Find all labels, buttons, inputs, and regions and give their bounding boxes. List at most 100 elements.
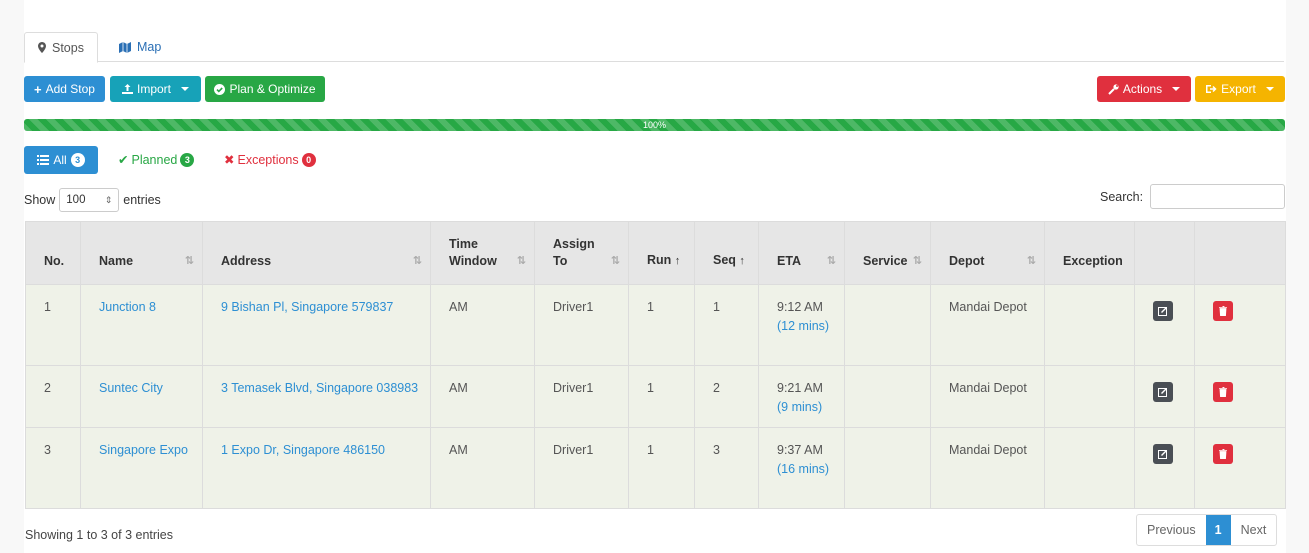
eta-duration: (9 mins) bbox=[777, 400, 823, 414]
actions-button[interactable]: Actions bbox=[1097, 76, 1191, 102]
cell-no: 1 bbox=[25, 284, 81, 366]
delete-button[interactable] bbox=[1213, 301, 1233, 321]
col-depot[interactable]: Depot ⇅ bbox=[930, 221, 1045, 285]
col-address[interactable]: Address ⇅ bbox=[202, 221, 431, 285]
address-link[interactable]: 9 Bishan Pl, Singapore 579837 bbox=[221, 300, 393, 314]
edit-button[interactable] bbox=[1153, 382, 1173, 402]
pagination-previous[interactable]: Previous bbox=[1137, 515, 1206, 545]
filter-exceptions-link[interactable]: ✖ Exceptions 0 bbox=[224, 152, 316, 167]
cell-eta: 9:37 AM (16 mins) bbox=[758, 427, 845, 509]
sort-icon: ⇅ bbox=[826, 255, 836, 267]
import-label: Import bbox=[136, 82, 171, 96]
tab-stops[interactable]: Stops bbox=[24, 32, 98, 63]
col-no: No. bbox=[25, 221, 81, 285]
col-name[interactable]: Name ⇅ bbox=[80, 221, 203, 285]
col-seq-label: Seq bbox=[713, 253, 736, 267]
map-icon bbox=[119, 41, 131, 53]
cell-run: 1 bbox=[628, 427, 695, 509]
cell-edit bbox=[1134, 365, 1195, 428]
col-exception-label: Exception bbox=[1063, 254, 1123, 268]
cell-depot: Mandai Depot bbox=[930, 365, 1045, 428]
col-run-label: Run bbox=[647, 253, 672, 267]
col-eta[interactable]: ETA ⇅ bbox=[758, 221, 845, 285]
col-run[interactable]: Run ↑ bbox=[628, 221, 695, 285]
delete-button[interactable] bbox=[1213, 382, 1233, 402]
cell-depot: Mandai Depot bbox=[930, 284, 1045, 366]
trash-icon bbox=[1219, 306, 1227, 316]
address-link[interactable]: 1 Expo Dr, Singapore 486150 bbox=[221, 443, 385, 457]
search-input[interactable] bbox=[1150, 184, 1285, 209]
sort-asc-icon: ↑ bbox=[739, 255, 745, 267]
stops-panel: Stops Map + Add Stop Import Plan & Optim… bbox=[24, 0, 1286, 553]
search-label: Search: bbox=[1100, 190, 1144, 204]
col-seq[interactable]: Seq ↑ bbox=[694, 221, 759, 285]
col-address-label: Address bbox=[221, 254, 272, 268]
table-row: 1 Junction 8 9 Bishan Pl, Singapore 5798… bbox=[25, 284, 1286, 366]
cell-depot: Mandai Depot bbox=[930, 427, 1045, 509]
cell-exception bbox=[1044, 365, 1135, 428]
stop-name-link[interactable]: Singapore Expo bbox=[99, 443, 188, 457]
col-edit bbox=[1134, 221, 1195, 285]
trash-icon bbox=[1219, 387, 1227, 397]
edit-button[interactable] bbox=[1153, 444, 1173, 464]
check-circle-icon bbox=[214, 83, 226, 95]
eta-time: 9:12 AM bbox=[777, 300, 823, 314]
cell-run: 1 bbox=[628, 284, 695, 366]
edit-button[interactable] bbox=[1153, 301, 1173, 321]
add-stop-label: Add Stop bbox=[45, 82, 95, 96]
times-icon: ✖ bbox=[224, 153, 235, 167]
cell-run: 1 bbox=[628, 365, 695, 428]
sign-out-icon bbox=[1206, 85, 1217, 93]
cell-exception bbox=[1044, 284, 1135, 366]
sort-asc-icon: ↑ bbox=[674, 255, 681, 267]
export-button[interactable]: Export bbox=[1195, 76, 1285, 102]
show-label: Show bbox=[24, 193, 56, 207]
col-time-window[interactable]: Time Window ⇅ bbox=[430, 221, 535, 285]
tab-stops-label: Stops bbox=[52, 40, 84, 55]
entries-select-value: 100 bbox=[66, 194, 86, 206]
cell-address: 1 Expo Dr, Singapore 486150 bbox=[202, 427, 431, 509]
pagination-page-1[interactable]: 1 bbox=[1205, 515, 1231, 545]
plan-optimize-button[interactable]: Plan & Optimize bbox=[205, 76, 325, 102]
cell-no: 2 bbox=[25, 365, 81, 428]
pagination-next[interactable]: Next bbox=[1231, 515, 1277, 545]
add-stop-button[interactable]: + Add Stop bbox=[24, 76, 105, 102]
cell-eta: 9:21 AM (9 mins) bbox=[758, 365, 845, 428]
col-service[interactable]: Service ⇅ bbox=[844, 221, 931, 285]
sort-icon: ⇅ bbox=[184, 255, 194, 267]
filter-planned-link[interactable]: ✔ Planned 3 bbox=[118, 152, 195, 167]
entries-select[interactable]: 100 ⇕ bbox=[59, 188, 120, 212]
actions-label: Actions bbox=[1122, 82, 1163, 96]
sort-icon: ⇅ bbox=[412, 255, 422, 267]
length-control: Show 100 ⇕ entries bbox=[24, 188, 161, 212]
col-assign-label-1: Assign bbox=[553, 237, 595, 251]
col-name-label: Name bbox=[99, 254, 134, 268]
cell-delete bbox=[1194, 284, 1286, 366]
delete-button[interactable] bbox=[1213, 444, 1233, 464]
filter-all-button[interactable]: All 3 bbox=[24, 146, 98, 174]
stop-name-link[interactable]: Suntec City bbox=[99, 381, 163, 395]
sort-updown-icon: ⇕ bbox=[104, 194, 113, 205]
chevron-down-icon bbox=[1265, 87, 1274, 91]
col-assign-to[interactable]: Assign To ⇅ bbox=[534, 221, 629, 285]
cell-seq: 1 bbox=[694, 284, 759, 366]
cell-delete bbox=[1194, 427, 1286, 509]
filter-all-label: All bbox=[53, 153, 67, 167]
stop-name-link[interactable]: Junction 8 bbox=[99, 300, 156, 314]
import-button[interactable]: Import bbox=[110, 76, 201, 102]
address-link[interactable]: 3 Temasek Blvd, Singapore 038983 bbox=[221, 381, 418, 395]
cell-delete bbox=[1194, 365, 1286, 428]
sort-icon: ⇅ bbox=[610, 255, 620, 267]
tab-map[interactable]: Map bbox=[106, 32, 174, 62]
cell-time-window: AM bbox=[430, 427, 535, 509]
check-icon: ✔ bbox=[118, 153, 129, 167]
cell-service bbox=[844, 365, 931, 428]
table-info: Showing 1 to 3 of 3 entries bbox=[25, 528, 174, 542]
edit-icon bbox=[1158, 450, 1167, 459]
col-exception: Exception bbox=[1044, 221, 1135, 285]
cell-address: 3 Temasek Blvd, Singapore 038983 bbox=[202, 365, 431, 428]
cell-assign: Driver1 bbox=[534, 284, 629, 366]
filter-exceptions-count: 0 bbox=[301, 152, 316, 167]
chevron-down-icon bbox=[181, 87, 189, 91]
filter-all-count: 3 bbox=[70, 153, 85, 167]
